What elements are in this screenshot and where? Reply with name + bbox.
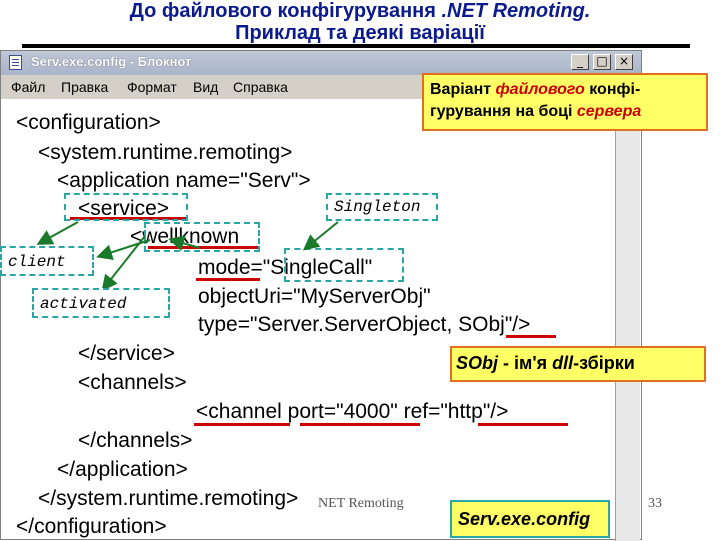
sobj-callout: SObj - ім'я dll-збірки bbox=[450, 346, 706, 382]
singleton-label: Singleton bbox=[326, 193, 438, 221]
sobj-text-b: - ім'я bbox=[498, 353, 553, 373]
arrow-service-client bbox=[36, 221, 79, 245]
arrow-singleton-singlecall bbox=[302, 221, 339, 251]
page-number: 33 bbox=[648, 496, 662, 511]
footer-text: NET Remoting bbox=[318, 496, 404, 511]
sobj-text-a: SObj bbox=[456, 353, 499, 373]
sobj-text-c: dll bbox=[552, 353, 574, 373]
variant-text-b: файлового bbox=[495, 81, 585, 98]
variant-text-a: Варіант bbox=[430, 81, 496, 98]
client-label: client bbox=[0, 246, 94, 276]
variant-text-e: сервера bbox=[576, 103, 642, 120]
variant-text-c: конфі- bbox=[584, 81, 641, 98]
sobj-text-d: -збірки bbox=[573, 353, 635, 373]
arrow-wellknown-client bbox=[96, 239, 151, 260]
file-name-callout: Serv.exe.config bbox=[450, 500, 610, 538]
variant-text-d: гурування на боці bbox=[430, 103, 577, 120]
activated-label: activated bbox=[32, 288, 170, 318]
arrow-mode-wellknown bbox=[168, 235, 201, 251]
variant-callout: Варіант файлового конфі- гурування на бо… bbox=[422, 73, 708, 131]
